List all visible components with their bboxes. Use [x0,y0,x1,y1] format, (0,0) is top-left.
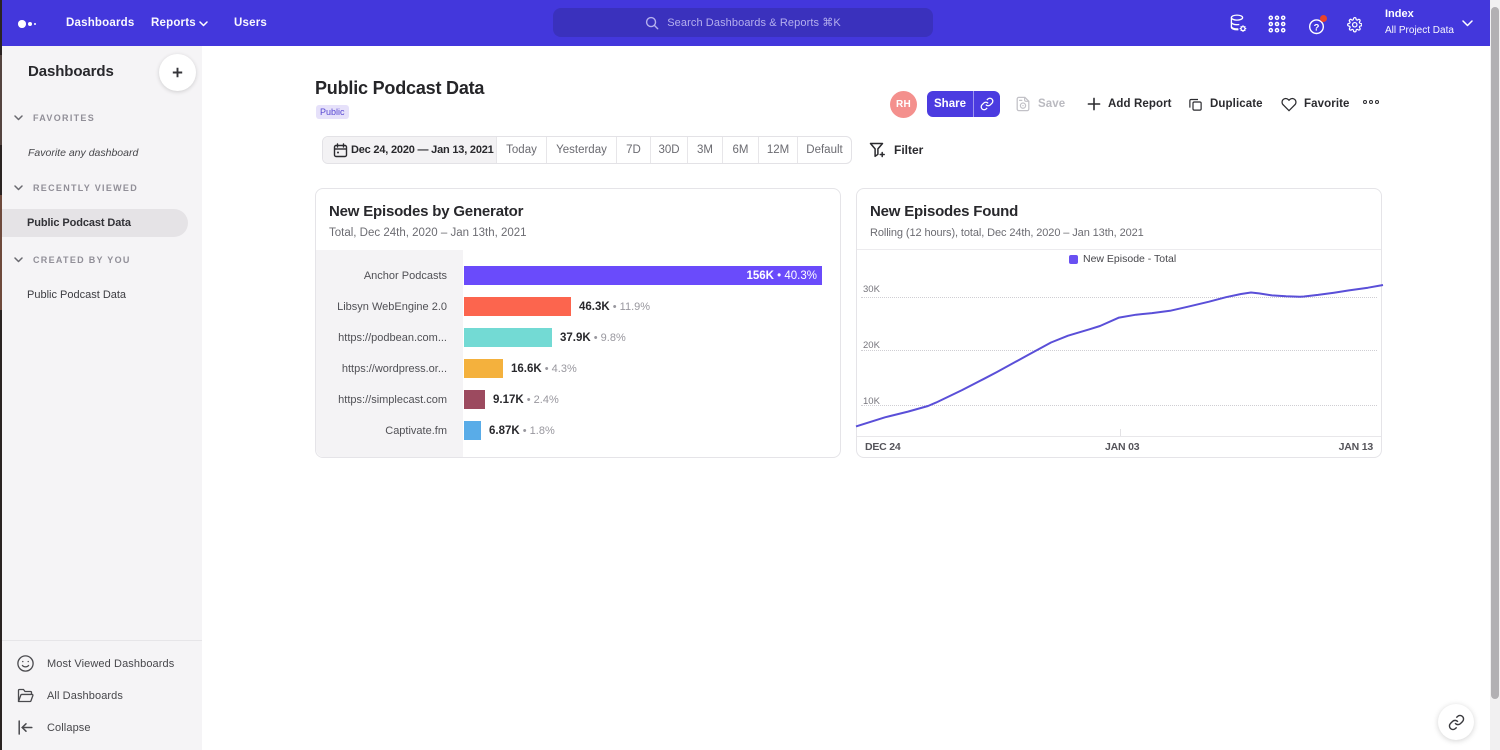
svg-text:?: ? [1314,22,1320,33]
